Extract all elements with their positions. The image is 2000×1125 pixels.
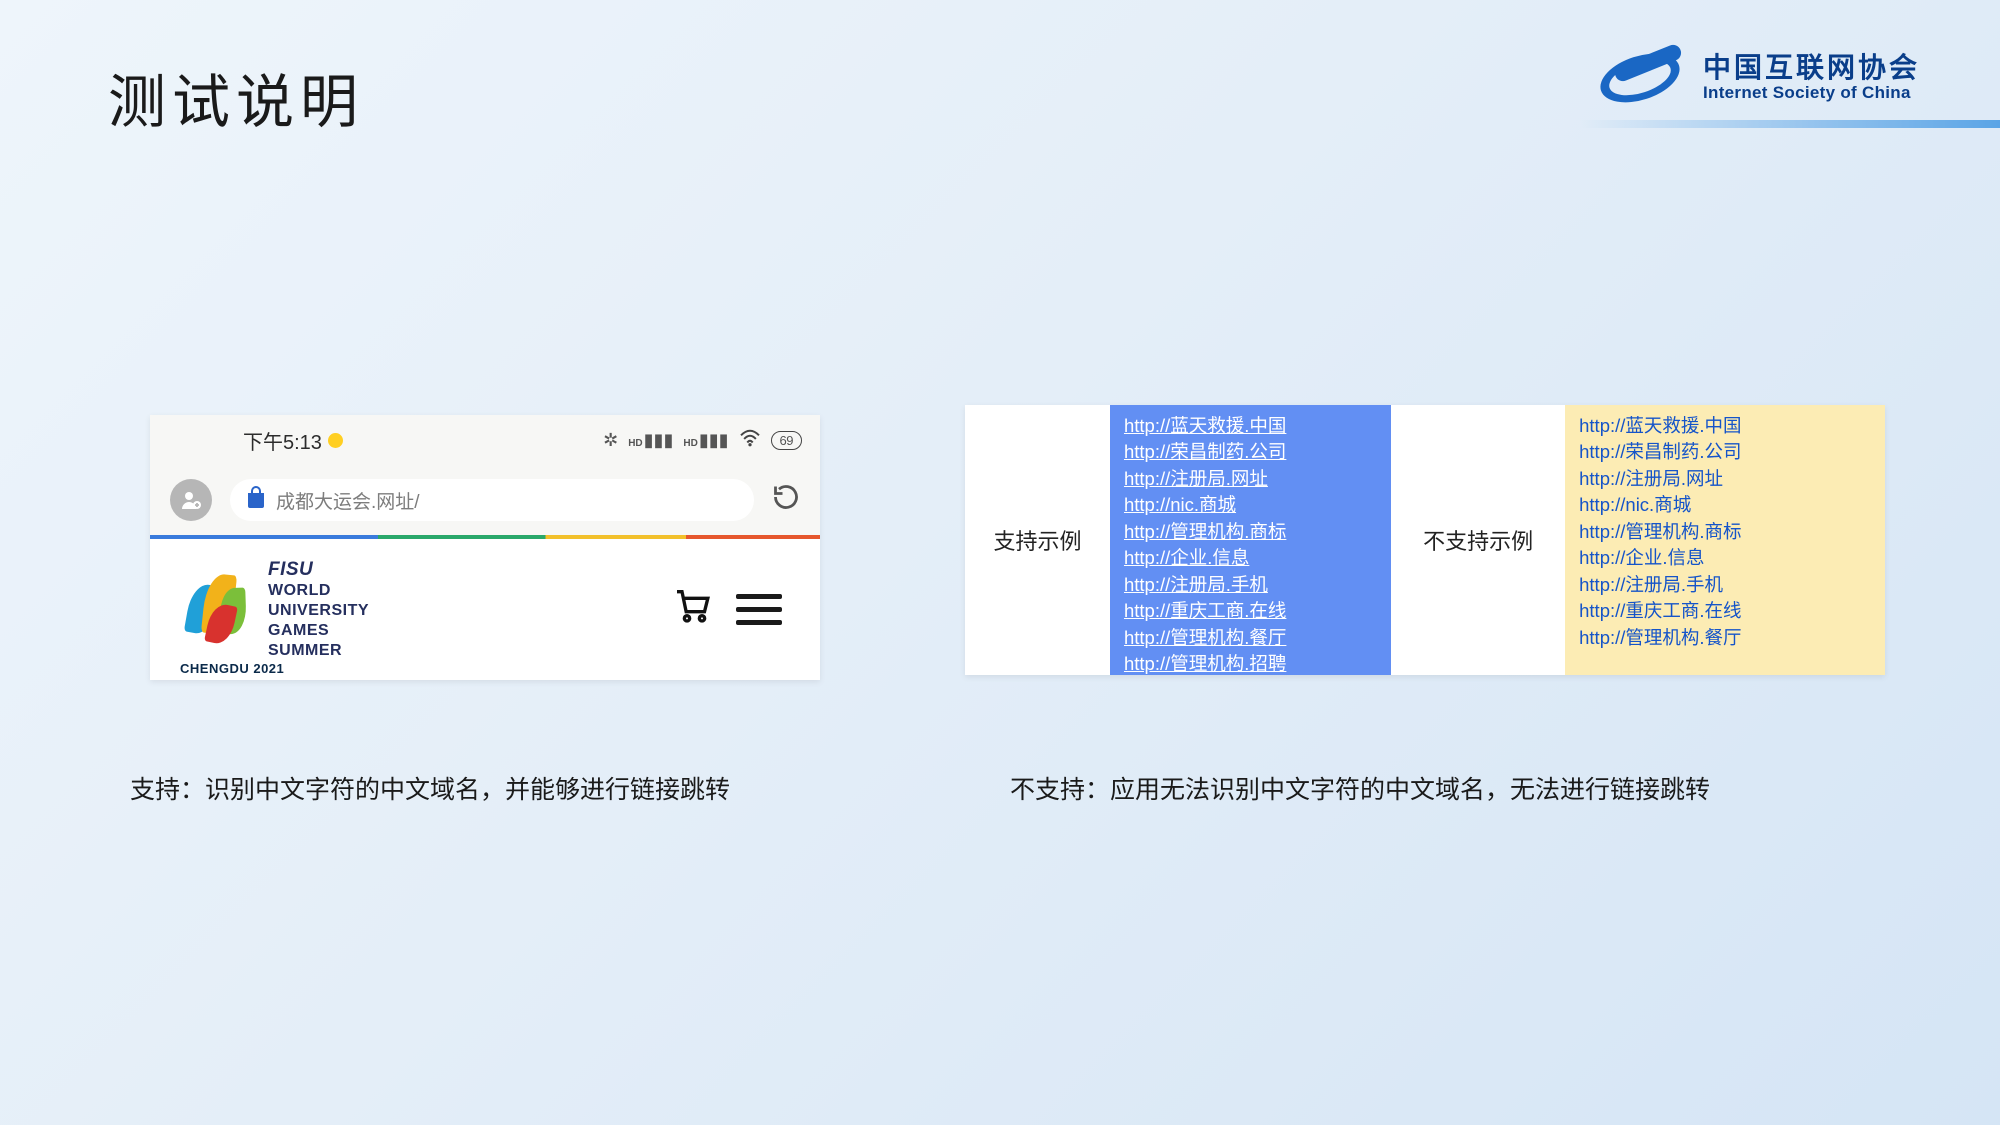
unsupport-label: 不支持示例 — [1391, 405, 1565, 675]
address-bar[interactable]: 成都大运会.网址/ — [230, 479, 754, 521]
menu-icon[interactable] — [736, 594, 782, 625]
caption-supported: 支持：识别中文字符的中文域名，并能够进行链接跳转 — [130, 770, 730, 806]
page-content: CHENGDU 2021 FISU WORLD UNIVERSITY GAMES… — [150, 539, 820, 680]
list-item[interactable]: http://注册局.手机 — [1124, 572, 1377, 598]
address-text: 成都大运会.网址/ — [276, 487, 420, 514]
fisu-line1: WORLD — [268, 581, 369, 601]
list-item: http://企业.信息 — [1579, 545, 1871, 571]
fisu-flame-icon: CHENGDU 2021 — [188, 574, 250, 646]
list-item: http://荣昌制药.公司 — [1579, 439, 1871, 465]
battery-indicator: 69 — [771, 431, 802, 450]
bluetooth-icon: ✲ — [603, 430, 618, 451]
list-item: http://重庆工商.在线 — [1579, 598, 1871, 624]
list-item: http://蓝天救援.中国 — [1579, 413, 1871, 439]
list-item[interactable]: http://重庆工商.在线 — [1124, 598, 1377, 624]
examples-table: 支持示例 http://蓝天救援.中国 http://荣昌制药.公司 http:… — [965, 405, 1885, 675]
fisu-tag: CHENGDU 2021 — [180, 661, 284, 676]
signal-1-icon: HD▮▮▮ — [628, 430, 673, 451]
supported-links: http://蓝天救援.中国 http://荣昌制药.公司 http://注册局… — [1110, 405, 1391, 675]
fisu-line2: UNIVERSITY — [268, 601, 369, 621]
signal-2-icon: HD▮▮▮ — [683, 430, 728, 451]
list-item[interactable]: http://管理机构.招聘 — [1124, 651, 1377, 675]
isc-name-en: Internet Society of China — [1703, 83, 1920, 103]
support-label: 支持示例 — [965, 405, 1110, 675]
wifi-icon — [739, 429, 761, 452]
list-item: http://管理机构.餐厅 — [1579, 625, 1871, 651]
phone-mockup: 下午5:13 ✲ HD▮▮▮ HD▮▮▮ 69 成都大运会.网址/ — [150, 415, 820, 680]
reload-icon[interactable] — [772, 483, 800, 518]
isc-mark-icon — [1599, 50, 1681, 106]
list-item: http://nic.商城 — [1579, 492, 1871, 518]
unsupported-links: http://蓝天救援.中国 http://荣昌制药.公司 http://注册局… — [1565, 405, 1885, 675]
status-time: 下午5:13 — [243, 426, 322, 455]
isc-name-cn: 中国互联网协会 — [1703, 53, 1920, 84]
cart-icon[interactable] — [672, 585, 712, 634]
list-item[interactable]: http://荣昌制药.公司 — [1124, 439, 1377, 465]
list-item[interactable]: http://企业.信息 — [1124, 545, 1377, 571]
slide-title: 测试说明 — [108, 55, 364, 139]
list-item[interactable]: http://管理机构.餐厅 — [1124, 625, 1377, 651]
fisu-line4: SUMMER — [268, 641, 369, 661]
list-item[interactable]: http://注册局.网址 — [1124, 466, 1377, 492]
site-bag-icon — [246, 486, 266, 514]
fisu-logo: CHENGDU 2021 FISU WORLD UNIVERSITY GAMES… — [188, 558, 369, 662]
list-item: http://注册局.网址 — [1579, 466, 1871, 492]
fisu-line3: GAMES — [268, 621, 369, 641]
list-item[interactable]: http://蓝天救援.中国 — [1124, 413, 1377, 439]
status-dot-icon — [328, 433, 343, 448]
isc-logo: 中国互联网协会 Internet Society of China — [1599, 50, 1920, 106]
phone-statusbar: 下午5:13 ✲ HD▮▮▮ HD▮▮▮ 69 — [150, 415, 820, 465]
list-item[interactable]: http://管理机构.商标 — [1124, 519, 1377, 545]
phone-navbar: 成都大运会.网址/ — [150, 465, 820, 535]
list-item: http://管理机构.商标 — [1579, 519, 1871, 545]
fisu-brand: FISU — [268, 558, 369, 582]
list-item: http://注册局.手机 — [1579, 572, 1871, 598]
profile-icon[interactable] — [170, 479, 212, 521]
header-accent-bar — [1580, 120, 2000, 128]
caption-unsupported: 不支持：应用无法识别中文字符的中文域名，无法进行链接跳转 — [1010, 770, 1710, 806]
list-item[interactable]: http://nic.商城 — [1124, 492, 1377, 518]
